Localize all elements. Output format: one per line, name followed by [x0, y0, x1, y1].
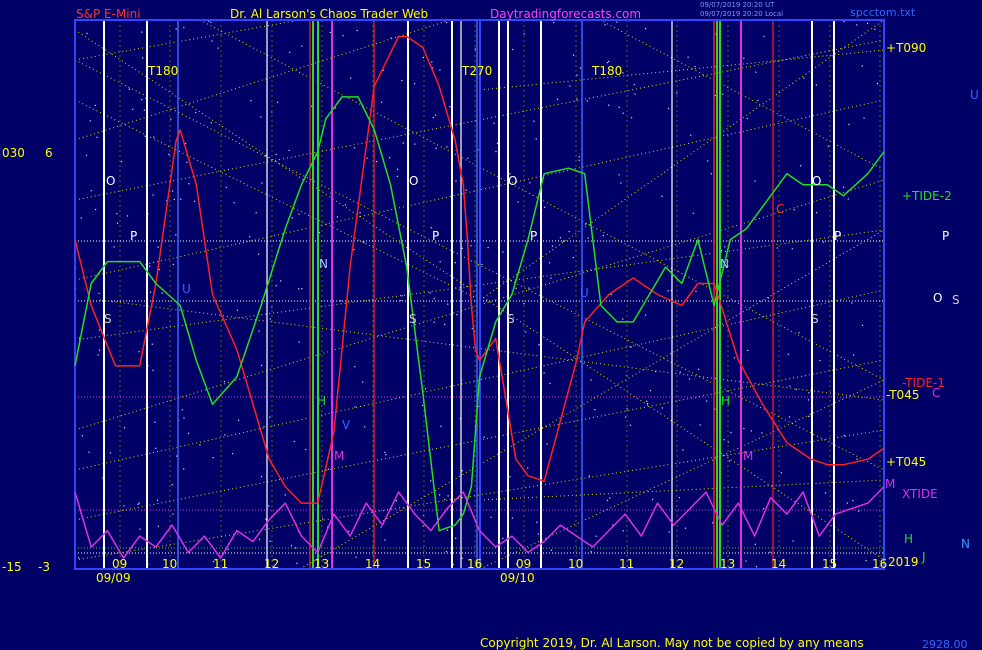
letter-n-1: N: [319, 257, 328, 271]
right-label-h: H: [904, 532, 914, 546]
letter-o-2: O: [409, 174, 419, 188]
trend-line: [74, 99, 481, 301]
right-label-s: S: [952, 293, 960, 307]
letter-h-2: H: [721, 394, 731, 408]
right-label-u: U: [970, 88, 979, 102]
letter-u-2: U: [580, 286, 589, 300]
letter-o-1: O: [106, 174, 116, 188]
right-label-xtide: XTIDE: [902, 487, 938, 501]
right-label-n: N: [961, 537, 970, 551]
timestamp-ut: 09/07/2019 20:20 UT: [700, 1, 775, 9]
letter-p-1: P: [130, 229, 138, 243]
right-label-o: O: [933, 291, 943, 305]
copyright-text: Copyright 2019, Dr. Al Larson. May not b…: [480, 636, 864, 650]
letter-s-1: S: [104, 312, 112, 326]
right-label-j: J: [922, 550, 926, 564]
letter-p-4: P: [834, 229, 842, 243]
letter-p-3: P: [530, 229, 538, 243]
site-link[interactable]: Daytradingforecasts.com: [490, 7, 641, 21]
left-scale-bottom-a: -15: [2, 560, 22, 574]
letter-s-4: S: [811, 312, 819, 326]
letter-s-2: S: [409, 312, 417, 326]
letter-s-3: S: [507, 312, 515, 326]
x-tick-label: 10: [162, 557, 178, 571]
x-tick-label: 12: [669, 557, 685, 571]
trend-line: [99, 299, 885, 401]
letter-n-2: N: [720, 257, 729, 271]
letter-p-2: P: [432, 229, 440, 243]
chart-title: Dr. Al Larson's Chaos Trader Web: [230, 7, 429, 21]
right-label-t045-plus: +T045: [886, 455, 927, 469]
right-label-tide2: +TIDE-2: [902, 189, 952, 203]
letter-u-1: U: [182, 282, 191, 296]
x-tick-label: 15: [416, 557, 432, 571]
x-tick-label: 15: [822, 557, 838, 571]
letter-v-1: V: [342, 418, 351, 432]
x-tick-label: 14: [365, 557, 381, 571]
chart-canvas: [74, 19, 885, 570]
right-label-t045-minus: -T045: [886, 388, 920, 402]
x-tick-label: 16: [872, 557, 888, 571]
timestamp-local: 09/07/2019 20:20 Local: [700, 10, 784, 18]
x-tick-label: 13: [314, 557, 330, 571]
trend-line: [74, 19, 451, 141]
letter-c-1: C: [776, 202, 785, 216]
grid-label-t180-a: T180: [148, 64, 179, 78]
x-tick-label: 16: [467, 557, 483, 571]
trend-line: [299, 229, 885, 570]
x-tick-label: 12: [264, 557, 280, 571]
right-label-year: 2019: [888, 555, 919, 569]
x-tick-label: 14: [771, 557, 787, 571]
grid-label-t180-b: T180: [592, 64, 623, 78]
trend-line: [74, 19, 301, 61]
date-label-2: 09/10: [500, 571, 535, 585]
x-tick-label: 13: [720, 557, 736, 571]
x-tick-label: 10: [568, 557, 584, 571]
x-tick-label: 11: [619, 557, 635, 571]
price-readout: 2928.00: [922, 638, 968, 650]
date-label-1: 09/09: [96, 571, 131, 585]
left-scale-top-a: 030: [2, 146, 25, 160]
left-scale-top-b: 6: [45, 146, 53, 160]
x-tick-label: 11: [213, 557, 229, 571]
x-tick-label: 09: [112, 557, 128, 571]
symbol-label: S&P E-Mini: [76, 7, 141, 21]
letter-h-1: H: [317, 394, 327, 408]
letter-m-1: M: [334, 449, 345, 463]
x-tick-label: 09: [516, 557, 532, 571]
right-label-p: P: [942, 229, 950, 243]
right-label-m: M: [885, 477, 896, 491]
chart-window: S&P E-Mini Dr. Al Larson's Chaos Trader …: [0, 0, 982, 650]
right-label-t090: +T090: [886, 41, 927, 55]
grid-label-t270: T270: [462, 64, 493, 78]
letter-o-3: O: [508, 174, 518, 188]
letter-m-2: M: [743, 449, 754, 463]
letter-o-4: O: [812, 174, 822, 188]
left-scale-bottom-b: -3: [38, 560, 50, 574]
right-label-c: C: [932, 386, 941, 400]
file-name: spcctom.txt: [850, 6, 916, 19]
